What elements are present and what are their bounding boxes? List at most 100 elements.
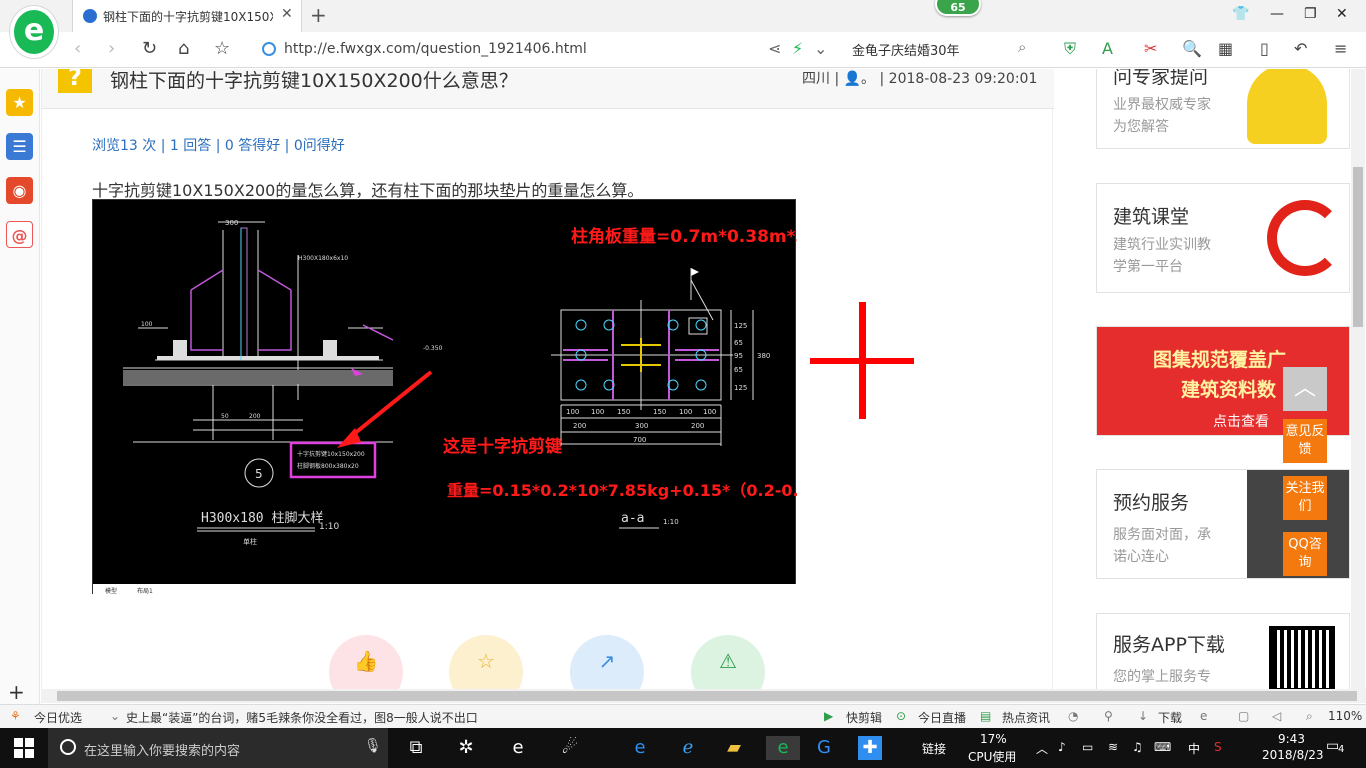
zoom-level[interactable]: 110%	[1328, 709, 1362, 723]
side-dim-1: 125	[734, 322, 747, 330]
share-button[interactable]: ↗	[570, 635, 644, 689]
teamviewer-icon[interactable]: ✚	[858, 736, 882, 760]
scrollbar-thumb[interactable]	[1353, 167, 1363, 327]
follow-button[interactable]: 关注我们	[1283, 476, 1327, 520]
speed-icon[interactable]: ◔	[1068, 709, 1078, 723]
hot-icon[interactable]: ▤	[980, 709, 991, 723]
keyboard-icon[interactable]: ⌨	[1154, 740, 1171, 754]
edge-legacy-icon[interactable]: e	[506, 736, 530, 760]
close-tab-icon[interactable]: ✕	[281, 6, 293, 22]
home-icon[interactable]: ⌂	[178, 38, 189, 59]
browser-tab[interactable]: 钢柱下面的十字抗剪键10X150X200什么意思？ ✕	[72, 0, 302, 32]
ime-label[interactable]: 中	[1188, 740, 1200, 757]
sogou-icon[interactable]: ☄	[558, 736, 582, 760]
ad-sub: 学第一平台	[1113, 259, 1183, 275]
file-explorer-icon[interactable]: ▰	[722, 736, 746, 760]
browser-2345-icon[interactable]: e	[766, 736, 800, 760]
clock-date[interactable]: 2018/8/23	[1262, 748, 1324, 762]
reading-icon[interactable]: ▯	[1260, 39, 1269, 58]
reader-icon[interactable]: ☰	[6, 133, 33, 160]
like-button[interactable]: 👍	[329, 635, 403, 689]
scissors-icon[interactable]: ✂	[1144, 39, 1157, 58]
qq-consult-button[interactable]: QQ咨询	[1283, 532, 1327, 576]
weibo-icon[interactable]: ◉	[6, 177, 33, 204]
forward-icon[interactable]: ›	[108, 38, 115, 59]
taskbar-search-input[interactable]: 在这里输入你要搜索的内容	[84, 740, 240, 759]
search-box[interactable]: 金龟子庆结婚30年 ⌕	[846, 38, 1038, 60]
undo-icon[interactable]: ↶	[1294, 39, 1307, 58]
today-pick-label[interactable]: 今日优选	[34, 709, 82, 726]
download-label[interactable]: 下载	[1158, 709, 1182, 726]
ad-expert[interactable]: 问专家提问 业界最权威专家 为您解答	[1096, 69, 1350, 149]
vertical-scrollbar[interactable]	[1351, 69, 1365, 689]
task-view-icon[interactable]: ⧉	[404, 736, 428, 760]
cad-drawing-image[interactable]: 十字抗剪键10x150x200 柱脚钢板800x380x20 300 H300X…	[92, 199, 943, 595]
microphone-icon[interactable]: 🎙	[364, 738, 382, 754]
news-ticker[interactable]: 史上最“装逼”的台词，赌5毛辣条你没全看过，图8一般人说不出口	[126, 709, 478, 726]
ad-app-download[interactable]: 服务APP下载 您的掌上服务专	[1096, 613, 1350, 689]
question-stats[interactable]: 浏览13 次 | 1 回答 | 0 答得好 | 0问得好	[92, 135, 345, 155]
lightning-icon[interactable]: ⚡	[792, 39, 803, 58]
favorites-icon[interactable]: ★	[6, 89, 33, 116]
kuai-label[interactable]: 快剪辑	[846, 709, 882, 726]
battery-icon[interactable]: ▭	[1082, 740, 1093, 754]
ie-icon[interactable]: ℯ	[676, 736, 700, 760]
address-bar[interactable]: http://e.fwxgx.com/question_1921406.html	[262, 38, 762, 62]
live-label[interactable]: 今日直播	[918, 709, 966, 726]
sidebar-add-icon[interactable]: +	[8, 680, 25, 704]
favorite-star-icon[interactable]: ☆	[214, 38, 230, 59]
shirt-skin-icon[interactable]: 👕	[1232, 6, 1249, 22]
volume-icon[interactable]: ♫	[1132, 740, 1143, 754]
edge-icon[interactable]: e	[628, 736, 652, 760]
menu-icon[interactable]: ≡	[1334, 39, 1347, 58]
share-icon[interactable]: ⋖	[768, 39, 781, 58]
collect-button[interactable]: ☆	[449, 635, 523, 689]
search-icon[interactable]: ⌕	[1018, 38, 1026, 56]
horizontal-scrollbar[interactable]	[41, 689, 1366, 703]
fan-app-icon[interactable]: ✲	[454, 736, 478, 760]
kuai-icon[interactable]: ▶	[824, 709, 833, 723]
wifi-icon[interactable]: ≋	[1108, 740, 1118, 754]
link-label[interactable]: 链接	[922, 740, 946, 757]
g-app-icon[interactable]: G	[812, 736, 836, 760]
live-icon[interactable]: ⊙	[896, 709, 906, 723]
report-button[interactable]: ⚠	[691, 635, 765, 689]
scrollbar-thumb[interactable]	[57, 691, 1357, 701]
shield-icon[interactable]: ⛨	[1064, 39, 1076, 59]
expand-icon[interactable]: ⌄	[110, 709, 120, 723]
today-pick-icon[interactable]: ⚘	[10, 709, 21, 723]
ad-classroom[interactable]: 建筑课堂 建筑行业实训教 学第一平台	[1096, 183, 1350, 293]
back-to-top-button[interactable]: ︿	[1283, 367, 1327, 411]
mail-icon[interactable]: @	[6, 221, 33, 248]
refresh-icon[interactable]: ↻	[142, 38, 157, 59]
sound-icon[interactable]: ◁	[1272, 709, 1281, 723]
magnifier-icon[interactable]: 🔍	[1182, 39, 1202, 58]
taskbar-search[interactable]: 在这里输入你要搜索的内容 🎙	[48, 728, 388, 768]
back-icon[interactable]: ‹	[74, 38, 81, 59]
url-text[interactable]: http://e.fwxgx.com/question_1921406.html	[284, 41, 587, 57]
pin-icon[interactable]: ⚲	[1104, 709, 1113, 723]
chevron-down-icon[interactable]: ⌄	[814, 39, 827, 58]
ad-link[interactable]: 点击查看	[1213, 411, 1269, 431]
asker-info: 四川 | 👤。 | 2018-08-23 09:20:01	[802, 71, 1038, 87]
download-icon[interactable]: ↓	[1138, 709, 1148, 723]
close-window-icon[interactable]: ✕	[1336, 6, 1348, 22]
restore-icon[interactable]: ❐	[1304, 6, 1317, 22]
browser-logo-icon[interactable]: e	[10, 6, 58, 58]
notification-badge[interactable]: 65	[935, 0, 981, 16]
show-hidden-icon[interactable]: ︿	[1036, 740, 1048, 757]
zoom-icon[interactable]: ⌕	[1306, 709, 1313, 724]
apps-grid-icon[interactable]: ▦	[1218, 39, 1233, 58]
search-input[interactable]: 金龟子庆结婚30年	[852, 40, 960, 59]
notify-bell-icon[interactable]: ♪	[1058, 740, 1066, 754]
feedback-button[interactable]: 意见反馈	[1283, 419, 1327, 463]
minimize-icon[interactable]: —	[1270, 6, 1284, 22]
windows-start-icon[interactable]	[14, 738, 34, 758]
new-tab-icon[interactable]: +	[310, 3, 327, 27]
ie-mode-icon[interactable]: e	[1200, 709, 1207, 723]
sogou-ime-icon[interactable]: S	[1214, 740, 1222, 754]
window-icon[interactable]: ▢	[1238, 709, 1249, 723]
hot-label[interactable]: 热点资讯	[1002, 709, 1050, 726]
translate-icon[interactable]: A	[1102, 39, 1113, 58]
clock-time[interactable]: 9:43	[1278, 732, 1305, 746]
